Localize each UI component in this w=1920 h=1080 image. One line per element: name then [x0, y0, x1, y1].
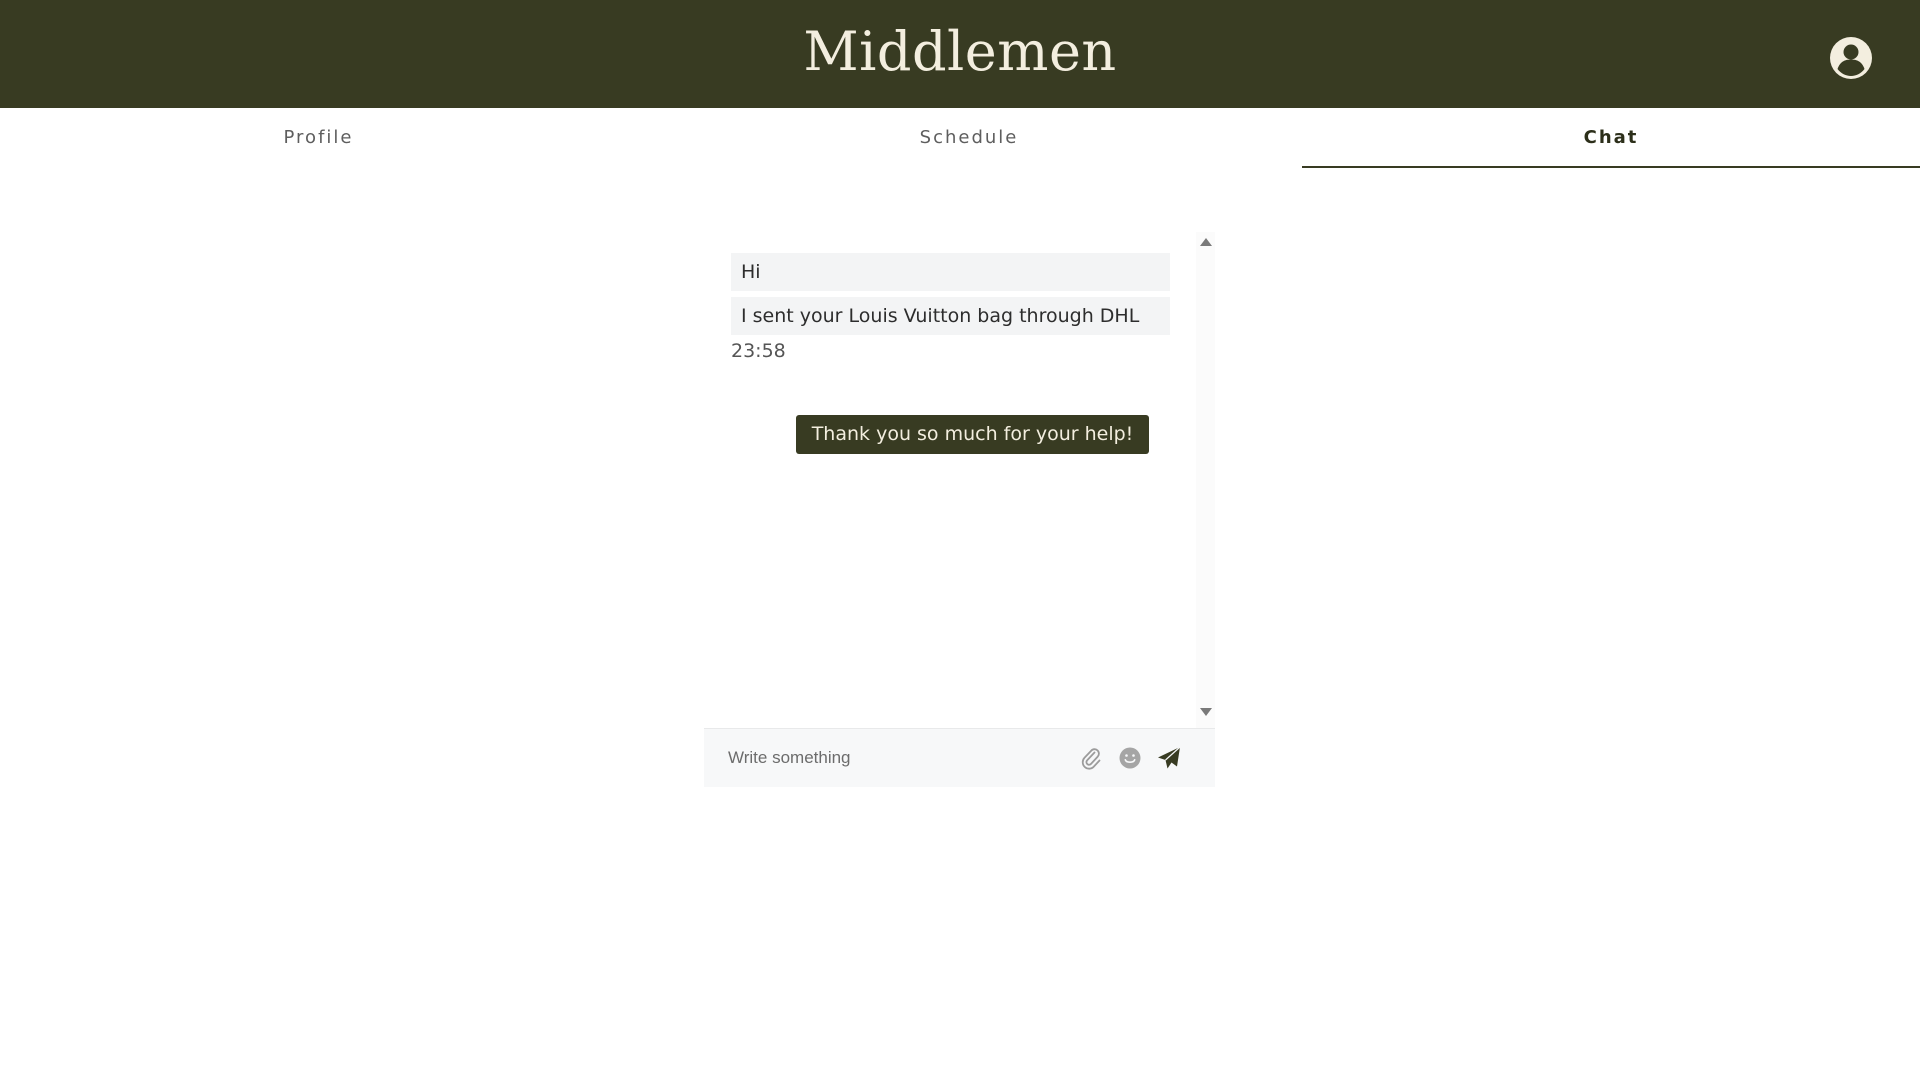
tab-bar: Profile Schedule Chat: [0, 108, 1920, 168]
message-composer: [704, 728, 1215, 787]
send-button[interactable]: [1156, 745, 1182, 771]
account-circle-icon: [1830, 37, 1872, 79]
scroll-down-arrow-icon[interactable]: [1200, 708, 1212, 716]
scroll-up-arrow-icon[interactable]: [1200, 238, 1212, 246]
emoji-button[interactable]: [1117, 745, 1143, 771]
attach-button[interactable]: [1078, 745, 1104, 771]
incoming-message: Hi: [731, 253, 1170, 291]
app-header: Middlemen: [0, 0, 1920, 108]
account-button[interactable]: [1829, 36, 1873, 80]
outgoing-message: Thank you so much for your help!: [796, 415, 1149, 454]
message-list: Hi I sent your Louis Vuitton bag through…: [704, 232, 1215, 728]
send-icon: [1158, 746, 1181, 769]
tab-schedule[interactable]: Schedule: [650, 108, 1288, 168]
message-timestamp: 23:58: [731, 340, 786, 362]
tab-profile[interactable]: Profile: [0, 108, 637, 168]
message-input[interactable]: [720, 741, 1050, 775]
tab-chat[interactable]: Chat: [1302, 108, 1920, 168]
incoming-message: I sent your Louis Vuitton bag through DH…: [731, 297, 1170, 335]
brand-title: Middlemen: [803, 20, 1117, 83]
chat-panel: Hi I sent your Louis Vuitton bag through…: [704, 232, 1215, 787]
emoji-icon: [1119, 747, 1141, 769]
message-scrollbar[interactable]: [1196, 232, 1215, 728]
paperclip-icon: [1081, 748, 1101, 770]
